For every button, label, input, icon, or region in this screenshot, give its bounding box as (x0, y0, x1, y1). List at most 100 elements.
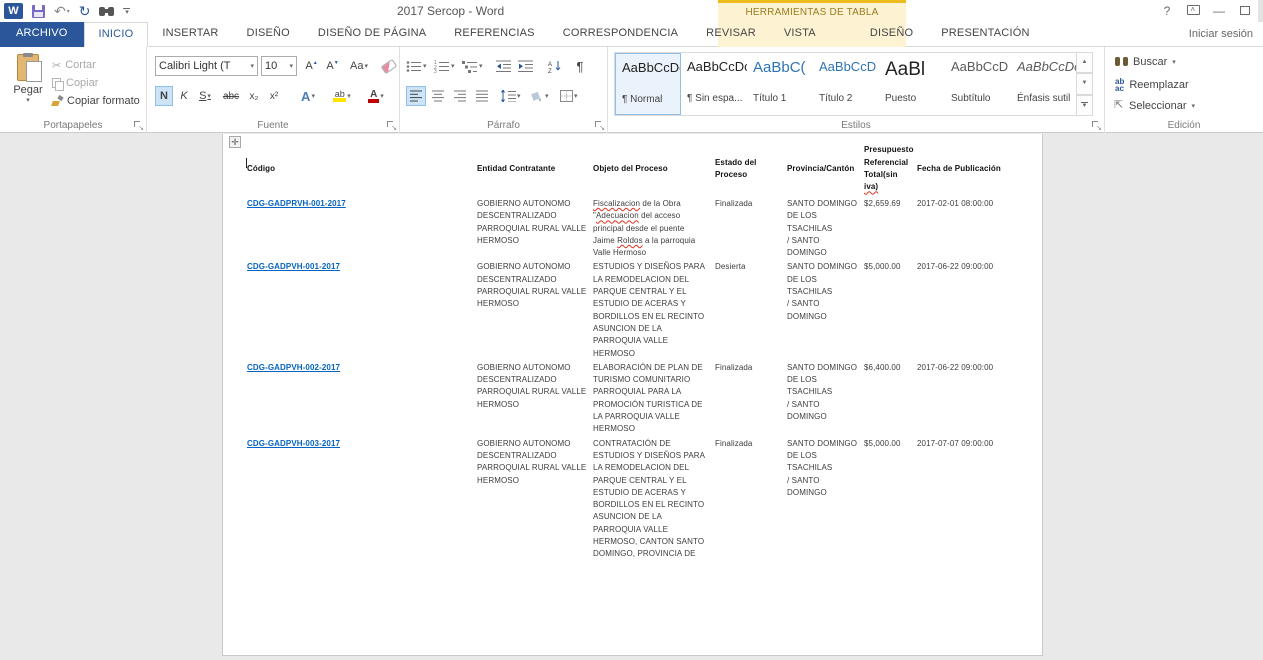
font-color-button[interactable]: A▾ (362, 86, 390, 106)
customize-qat-button[interactable]: ▾ (123, 8, 130, 15)
cell-entidad: GOBIERNO AUTONOMODESCENTRALIZADOPARROQUI… (477, 436, 593, 561)
strikethrough-button[interactable]: abc (219, 86, 243, 106)
help-button[interactable]: ? (1154, 4, 1180, 18)
decrease-indent-button[interactable] (496, 56, 512, 76)
shading-icon (530, 90, 544, 102)
style-énfasis-sutil[interactable]: AaBbCcDcÉnfasis sutil (1011, 53, 1077, 115)
process-link[interactable]: CDG-GADPVH-002-2017 (247, 363, 340, 372)
tab-diseño-de-página[interactable]: DISEÑO DE PÁGINA (304, 22, 440, 47)
copy-button[interactable]: Copiar (52, 74, 140, 92)
line-spacing-button[interactable]: ▾ (500, 86, 521, 106)
document-page[interactable]: ✛ CódigoEntidad ContratanteObjeto del Pr… (222, 134, 1043, 656)
tab-insertar[interactable]: INSERTAR (148, 22, 232, 47)
sort-button[interactable]: AZ (548, 56, 563, 76)
tab-diseño[interactable]: DISEÑO (233, 22, 304, 47)
decrease-indent-icon (496, 60, 512, 73)
superscript-button[interactable]: x² (265, 86, 283, 106)
font-size-dropdown-icon[interactable]: ▾ (289, 62, 293, 70)
contextual-tab-diseño[interactable]: DISEÑO (856, 22, 927, 47)
replace-button[interactable]: abacReemplazar (1115, 78, 1189, 92)
restore-button[interactable] (1232, 4, 1258, 18)
styles-scroll-down-button[interactable]: ▼ (1076, 73, 1093, 94)
grow-font-button[interactable]: A (302, 56, 321, 76)
style-subtítulo[interactable]: AaBbCcDSubtítulo (945, 53, 1011, 115)
close-button[interactable] (1258, 0, 1263, 22)
table-tools-banner: HERRAMIENTAS DE TABLA (718, 0, 906, 22)
style-preview: AaBbCcD (951, 59, 1007, 89)
clipboard-dialog-launcher[interactable] (134, 121, 143, 130)
subscript-button[interactable]: x₂ (245, 86, 263, 106)
process-link[interactable]: CDG-GADPRVH-001-2017 (247, 199, 346, 208)
clear-formatting-button[interactable] (379, 56, 399, 76)
italic-button[interactable]: K (176, 86, 192, 106)
pilcrow-icon: ¶ (577, 59, 584, 74)
shrink-font-button[interactable]: A (323, 56, 342, 76)
styles-group-label: Estilos (608, 120, 1104, 131)
font-name-dropdown-icon[interactable]: ▾ (250, 62, 254, 70)
tab-inicio[interactable]: INICIO (84, 22, 149, 48)
tab-correspondencia[interactable]: CORRESPONDENCIA (549, 22, 692, 47)
style-name: Énfasis sutil (1017, 93, 1073, 104)
styles-scroll-up-button[interactable]: ▲ (1076, 52, 1093, 73)
style-sin-espa[interactable]: AaBbCcDc¶ Sin espa... (681, 53, 747, 115)
align-right-button[interactable] (450, 86, 470, 106)
align-left-button[interactable] (406, 86, 426, 106)
ribbon-display-options-button[interactable] (1180, 4, 1206, 18)
find-icon[interactable] (99, 6, 114, 17)
undo-dropdown-icon[interactable]: ▾ (67, 8, 70, 15)
numbering-button[interactable]: 123▾ (434, 56, 455, 76)
change-case-button[interactable]: Aa▾ (346, 56, 372, 76)
paste-dropdown-icon[interactable]: ▾ (7, 96, 49, 104)
show-paragraph-marks-button[interactable]: ¶ (572, 56, 588, 76)
style-preview: AaBbC( (753, 59, 809, 89)
align-center-button[interactable] (428, 86, 448, 106)
text-effects-button[interactable]: A▾ (295, 86, 321, 106)
increase-indent-button[interactable] (518, 56, 534, 76)
borders-icon (560, 90, 573, 102)
style-título-2[interactable]: AaBbCcDTítulo 2 (813, 53, 879, 115)
style-puesto[interactable]: AaBlPuesto (879, 53, 945, 115)
borders-button[interactable]: ▾ (560, 86, 578, 106)
style-normal[interactable]: AaBbCcDc¶ Normal (615, 53, 681, 115)
styles-dialog-launcher[interactable] (1092, 121, 1101, 130)
paste-button[interactable]: Pegar ▾ (7, 54, 49, 120)
tab-revisar[interactable]: REVISAR (692, 22, 770, 47)
bullets-button[interactable]: ▾ (406, 56, 427, 76)
justify-button[interactable] (472, 86, 492, 106)
contextual-tab-presentación[interactable]: PRESENTACIÓN (927, 22, 1043, 47)
highlight-button[interactable]: ab▾ (327, 86, 357, 106)
tab-referencias[interactable]: REFERENCIAS (440, 22, 548, 47)
font-dialog-launcher[interactable] (387, 121, 396, 130)
cell-entidad: GOBIERNO AUTONOMODESCENTRALIZADOPARROQUI… (477, 259, 593, 359)
font-name-combo[interactable]: Calibri Light (T▾ (155, 56, 258, 76)
style-name: Título 1 (753, 93, 809, 104)
tab-vista[interactable]: VISTA (770, 22, 830, 47)
paragraph-dialog-launcher[interactable] (595, 121, 604, 130)
table-move-handle[interactable]: ✛ (229, 136, 241, 148)
style-título-1[interactable]: AaBbC( Título 1 (747, 53, 813, 115)
tab-archivo[interactable]: ARCHIVO (0, 22, 84, 47)
table-row: CDG-GADPVH-003-2017 GOBIERNO AUTONOMODESC… (247, 436, 1012, 561)
process-link[interactable]: CDG-GADPVH-003-2017 (247, 439, 340, 448)
window-controls: ? — (1154, 0, 1263, 22)
save-icon[interactable] (32, 5, 45, 18)
shading-button[interactable]: ▾ (530, 86, 549, 106)
bold-button[interactable]: N (155, 86, 173, 106)
minimize-button[interactable]: — (1206, 4, 1232, 18)
font-size-combo[interactable]: 10▾ (261, 56, 297, 76)
redo-icon[interactable]: ↻ (79, 3, 91, 20)
format-painter-button[interactable]: Copiar formato (52, 92, 140, 110)
cell-codigo: CDG-GADPVH-001-2017 (247, 259, 477, 359)
underline-button[interactable]: S▾ (193, 86, 217, 106)
cut-button[interactable]: ✂Cortar (52, 56, 140, 74)
select-button[interactable]: Seleccionar▾ (1115, 100, 1195, 112)
multilevel-list-icon (462, 60, 478, 73)
undo-button[interactable]: ↶▾ (54, 3, 70, 20)
multilevel-list-button[interactable]: ▾ (462, 56, 483, 76)
text-effects-icon: A (301, 89, 310, 104)
styles-gallery-more-button[interactable]: ▼ (1076, 95, 1093, 116)
find-button[interactable]: Buscar▾ (1115, 56, 1176, 68)
sign-in-link[interactable]: Iniciar sesión (1189, 28, 1253, 40)
align-center-icon (432, 90, 445, 102)
process-link[interactable]: CDG-GADPVH-001-2017 (247, 262, 340, 271)
